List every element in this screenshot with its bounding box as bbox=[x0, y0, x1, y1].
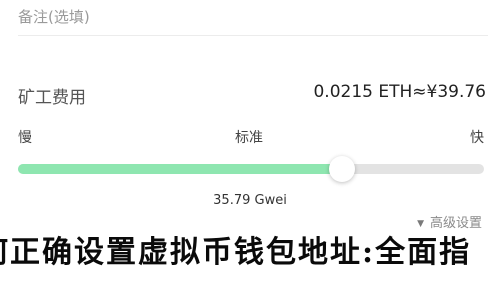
speed-normal-label: 标准 bbox=[235, 130, 263, 146]
note-placeholder: 备注(选填) bbox=[18, 8, 90, 26]
speed-slow-label: 慢 bbox=[18, 130, 32, 146]
miner-fee-row: 矿工费用 0.0215 ETH≈¥39.76 bbox=[18, 80, 486, 108]
overlay-title-text: 何正确设置虚拟币钱包地址:全面指 bbox=[0, 235, 472, 270]
note-field[interactable]: 备注(选填) bbox=[18, 0, 488, 36]
gas-fee-slider[interactable] bbox=[18, 156, 484, 182]
slider-fill bbox=[18, 164, 342, 174]
slider-thumb[interactable] bbox=[329, 156, 355, 182]
speed-labels: 慢 标准 快 bbox=[18, 127, 486, 147]
speed-fast-label: 快 bbox=[470, 130, 484, 146]
gas-price-readout: 35.79 Gwei bbox=[213, 193, 287, 208]
note-underline bbox=[18, 35, 488, 36]
miner-fee-label: 矿工费用 bbox=[18, 88, 86, 108]
miner-fee-value: 0.0215 ETH≈¥39.76 bbox=[313, 82, 486, 102]
